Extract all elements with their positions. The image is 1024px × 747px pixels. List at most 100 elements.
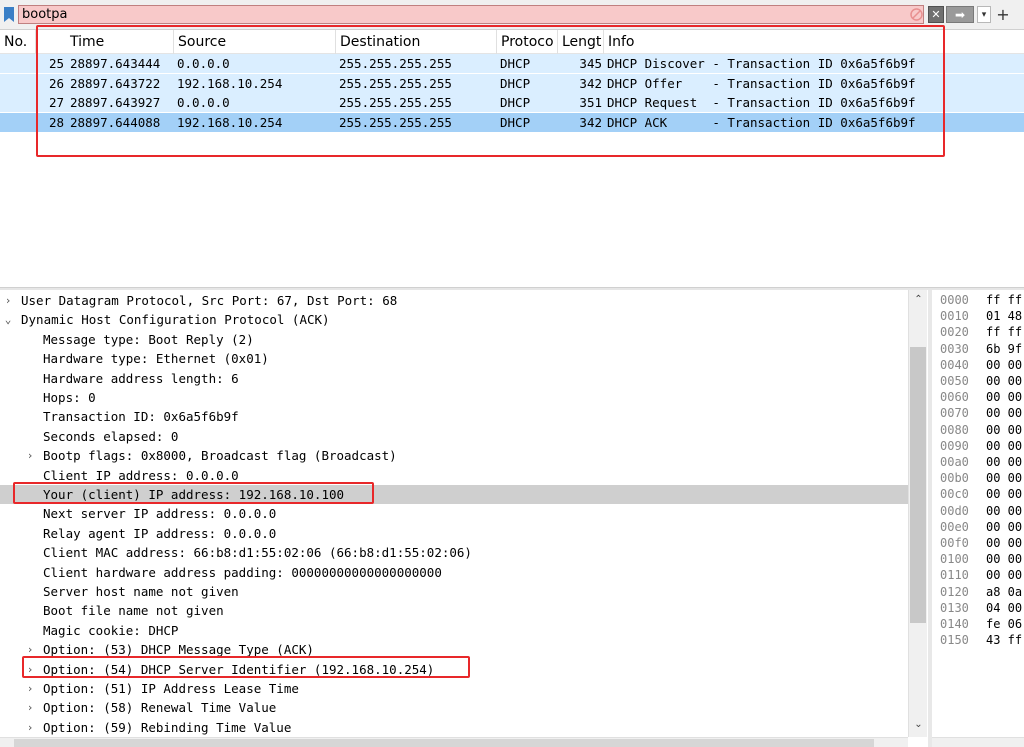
byte-offset: 0120 — [940, 584, 969, 599]
bytes-row[interactable]: 00a0 00 00 — [932, 454, 1024, 470]
chevron-down-icon[interactable]: ⌄ — [3, 310, 13, 329]
bytes-row[interactable]: 00d0 00 00 — [932, 503, 1024, 519]
packet-cell-src: 0.0.0.0 — [177, 95, 230, 110]
clear-filter-icon[interactable] — [909, 6, 923, 23]
scrollbar-thumb[interactable] — [910, 347, 926, 623]
column-header-source[interactable]: Source — [174, 30, 336, 54]
detail-tree-item[interactable]: ⌄ Dynamic Host Configuration Protocol (AC… — [0, 310, 908, 329]
byte-hex: a8 0a — [986, 584, 1023, 599]
details-vertical-scrollbar[interactable]: ⌃ ⌄ — [908, 290, 927, 737]
chevron-right-icon[interactable]: › — [25, 640, 35, 659]
bytes-row[interactable]: 0000 ff ff — [932, 292, 1024, 308]
byte-offset: 0000 — [940, 293, 969, 307]
detail-tree-item[interactable]: Hops: 0 — [0, 388, 908, 407]
detail-tree-item[interactable]: Server host name not given — [0, 582, 908, 601]
chevron-right-icon[interactable]: › — [25, 698, 35, 717]
byte-offset: 0020 — [940, 325, 969, 340]
packet-cell-dst: 255.255.255.255 — [339, 114, 452, 130]
scroll-up-icon[interactable]: ⌃ — [909, 292, 928, 308]
detail-tree-item[interactable]: Transaction ID: 0x6a5f6b9f — [0, 407, 908, 426]
packet-list-header: No. Time Source Destination Protoco Leng… — [0, 30, 1024, 54]
byte-offset: 0080 — [940, 422, 969, 437]
bytes-row[interactable]: 0130 04 00 — [932, 600, 1024, 616]
detail-tree-item[interactable]: Client hardware address padding: 0000000… — [0, 563, 908, 582]
packet-cell-src: 0.0.0.0 — [177, 56, 230, 71]
detail-tree-item[interactable]: › Option: (53) DHCP Message Type (ACK) — [0, 640, 908, 659]
bytes-row[interactable]: 0100 00 00 — [932, 551, 1024, 567]
detail-tree-item[interactable]: Next server IP address: 0.0.0.0 — [0, 504, 908, 523]
detail-tree-item[interactable]: Client MAC address: 66:b8:d1:55:02:06 (6… — [0, 543, 908, 562]
column-header-protocol[interactable]: Protoco — [497, 30, 558, 54]
packet-row[interactable]: 25 28897.643444 0.0.0.0 255.255.255.255 DHCP… — [0, 54, 1024, 73]
details-horizontal-scrollbar[interactable] — [0, 737, 908, 747]
scrollbar-thumb[interactable] — [14, 739, 874, 747]
detail-tree-item[interactable]: Hardware address length: 6 — [0, 369, 908, 388]
column-header-info[interactable]: Info — [604, 30, 1024, 54]
chevron-right-icon[interactable]: › — [25, 660, 35, 679]
chevron-right-icon[interactable]: › — [25, 718, 35, 737]
detail-tree-item[interactable]: Hardware type: Ethernet (0x01) — [0, 349, 908, 368]
bytes-row[interactable]: 00f0 00 00 — [932, 535, 1024, 551]
detail-tree-item[interactable]: › User Datagram Protocol, Src Port: 67, D… — [0, 291, 908, 310]
detail-tree-item[interactable]: Client IP address: 0.0.0.0 — [0, 466, 908, 485]
bytes-row[interactable]: 0060 00 00 — [932, 389, 1024, 405]
bytes-row[interactable]: 00e0 00 00 — [932, 519, 1024, 535]
bytes-horizontal-scrollbar[interactable] — [932, 737, 1024, 747]
bytes-row[interactable]: 0050 00 00 — [932, 373, 1024, 389]
column-header-no[interactable]: No. — [0, 30, 36, 54]
column-header-time[interactable]: Time — [66, 30, 174, 54]
bytes-row[interactable]: 0030 6b 9f — [932, 341, 1024, 357]
detail-tree-item[interactable]: › Bootp flags: 0x8000, Broadcast flag (Br… — [0, 446, 908, 465]
packet-row[interactable]: 27 28897.643927 0.0.0.0 255.255.255.255 DHCP… — [0, 93, 1024, 112]
bookmark-icon[interactable] — [4, 7, 14, 22]
bytes-row[interactable]: 0090 00 00 — [932, 438, 1024, 454]
detail-tree-item[interactable]: Relay agent IP address: 0.0.0.0 — [0, 524, 908, 543]
packet-row[interactable]: 26 28897.643722 192.168.10.254 255.255.255.… — [0, 73, 1024, 93]
scroll-down-icon[interactable]: ⌄ — [909, 717, 928, 733]
packet-cell-src: 192.168.10.254 — [177, 75, 283, 91]
detail-tree-item[interactable]: › Option: (51) IP Address Lease Time — [0, 679, 908, 698]
detail-tree-item[interactable]: Seconds elapsed: 0 — [0, 427, 908, 446]
detail-tree-item[interactable]: Message type: Boot Reply (2) — [0, 330, 908, 349]
detail-tree-item[interactable]: Boot file name not given — [0, 601, 908, 620]
display-filter-input[interactable]: bootpa — [18, 5, 924, 24]
bytes-row[interactable]: 0010 01 48 — [932, 308, 1024, 324]
chevron-right-icon[interactable]: › — [3, 291, 13, 310]
bytes-row[interactable]: 0150 43 ff — [932, 632, 1024, 648]
packet-cell-dst: 255.255.255.255 — [339, 75, 452, 91]
detail-tree-item[interactable]: › Option: (58) Renewal Time Value — [0, 698, 908, 717]
column-header-length[interactable]: Lengt — [558, 30, 604, 54]
bytes-row[interactable]: 0110 00 00 — [932, 567, 1024, 583]
detail-tree-item[interactable]: › Option: (59) Rebinding Time Value — [0, 718, 908, 737]
chevron-down-icon[interactable]: ▾ — [977, 6, 991, 23]
column-header-destination[interactable]: Destination — [336, 30, 497, 54]
chevron-right-icon[interactable]: › — [25, 446, 35, 465]
bytes-row[interactable]: 0020 ff ff — [932, 324, 1024, 340]
bytes-row[interactable]: 0140 fe 06 — [932, 616, 1024, 632]
detail-tree-item[interactable]: Magic cookie: DHCP — [0, 621, 908, 640]
packet-row[interactable]: 28 28897.644088 192.168.10.254 255.255.255.… — [0, 112, 1024, 132]
packet-cell-len: 345 — [579, 56, 602, 71]
arrow-right-icon[interactable]: ➡ — [946, 6, 974, 23]
packet-cell-dst: 255.255.255.255 — [339, 95, 452, 110]
plus-icon[interactable]: + — [995, 5, 1011, 24]
packet-cell-proto: DHCP — [500, 95, 531, 110]
byte-hex: 00 00 — [986, 503, 1023, 518]
byte-hex: 00 00 — [986, 552, 1023, 567]
packet-cell-info: DHCP Offer - Transaction ID 0x6a5f6b9f — [607, 75, 916, 91]
chevron-right-icon[interactable]: › — [25, 679, 35, 698]
bytes-row[interactable]: 00c0 00 00 — [932, 486, 1024, 502]
detail-tree-item[interactable]: › Option: (54) DHCP Server Identifier (19… — [0, 660, 908, 679]
bytes-row[interactable]: 00b0 00 00 — [932, 470, 1024, 486]
bytes-row[interactable]: 0070 00 00 — [932, 405, 1024, 421]
packet-cell-len: 342 — [579, 114, 602, 130]
packet-cell-time: 28897.643722 — [70, 75, 161, 91]
byte-offset: 0040 — [940, 357, 969, 372]
bytes-row[interactable]: 0040 00 00 — [932, 357, 1024, 373]
byte-offset: 0070 — [940, 406, 969, 421]
detail-text: Client hardware address padding: 0000000… — [43, 564, 442, 580]
close-icon[interactable]: ✕ — [928, 6, 944, 23]
detail-tree-item[interactable]: Your (client) IP address: 192.168.10.100 — [0, 485, 908, 504]
bytes-row[interactable]: 0080 00 00 — [932, 422, 1024, 438]
bytes-row[interactable]: 0120 a8 0a — [932, 584, 1024, 600]
